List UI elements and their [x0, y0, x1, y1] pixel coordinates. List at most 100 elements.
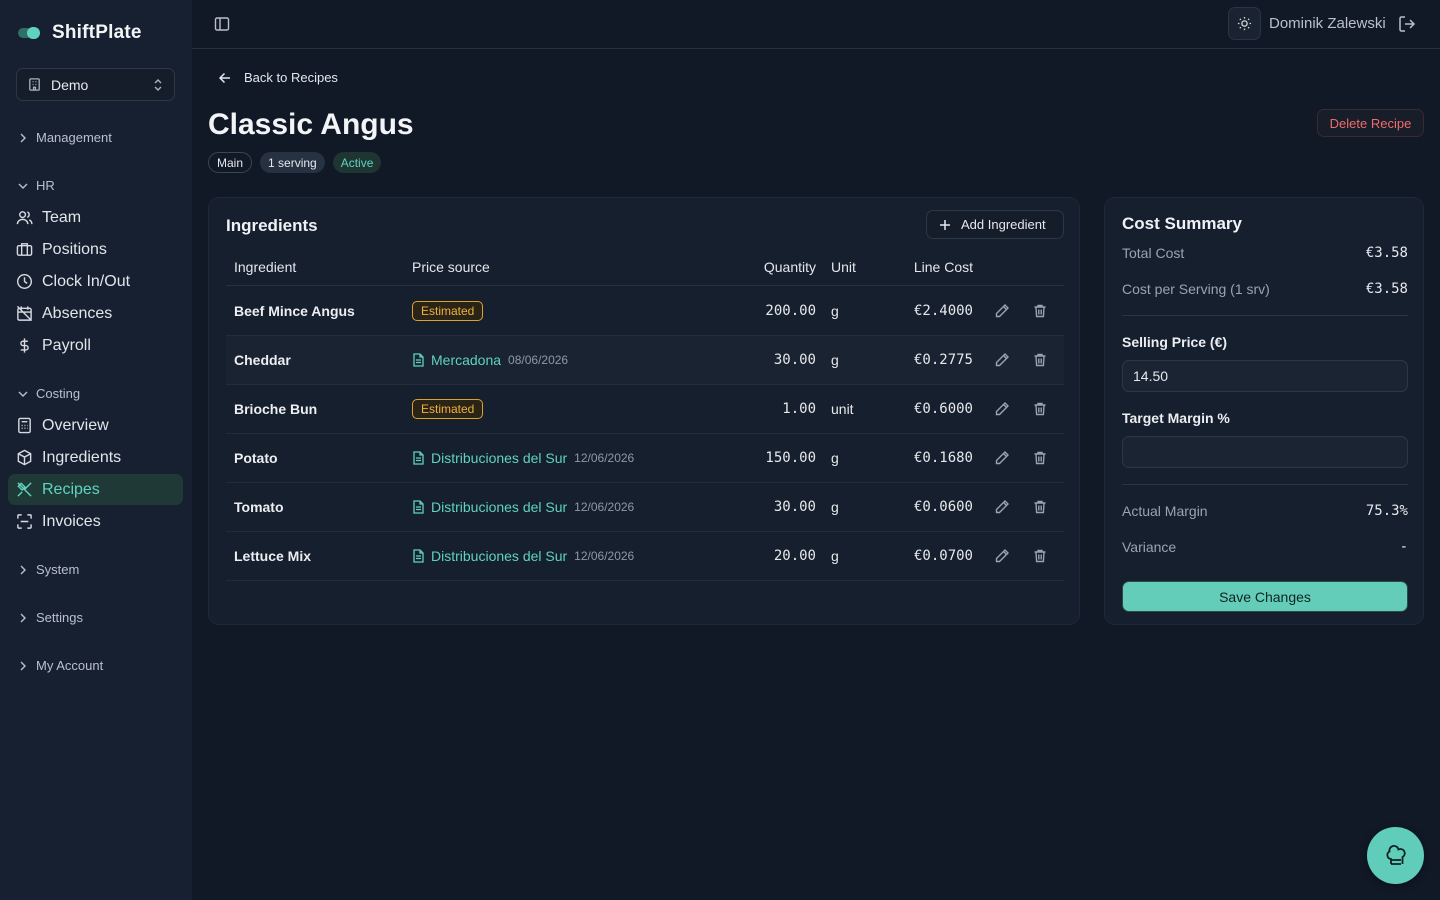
- ingredient-name: Beef Mince Angus: [234, 303, 355, 319]
- utensils-crossed-icon: [17, 482, 32, 497]
- scan-icon: [17, 514, 32, 529]
- nav-section-costing[interactable]: Costing: [18, 386, 80, 401]
- theme-toggle-button[interactable]: [1228, 7, 1261, 40]
- nav-section-settings[interactable]: Settings: [18, 610, 83, 625]
- document-icon: [412, 451, 425, 465]
- sidebar-item-team[interactable]: Team: [8, 202, 183, 233]
- edit-icon[interactable]: [994, 287, 1010, 335]
- nav-section-management[interactable]: Management: [18, 130, 112, 145]
- estimated-badge: Estimated: [412, 399, 484, 419]
- brand[interactable]: ShiftPlate: [18, 22, 142, 44]
- edit-icon[interactable]: [994, 336, 1010, 384]
- target-margin-input[interactable]: [1122, 436, 1408, 468]
- estimated-badge: Estimated: [412, 301, 484, 321]
- chevron-right-icon: [20, 613, 26, 622]
- sidebar-item-overview[interactable]: Overview: [8, 410, 183, 441]
- chevron-up-down-icon: [154, 78, 162, 91]
- edit-icon[interactable]: [994, 434, 1010, 482]
- price-source: Distribuciones del Sur 12/06/2026: [412, 483, 634, 531]
- total-cost-value: €3.58: [1365, 245, 1408, 261]
- document-icon: [412, 500, 425, 514]
- add-ingredient-button[interactable]: Add Ingredient: [926, 210, 1064, 239]
- table-row: Lettuce Mix Distribuciones del Sur 12/06…: [226, 532, 1064, 581]
- line-cost-value: €0.0700: [913, 548, 973, 564]
- trash-icon[interactable]: [1032, 434, 1048, 482]
- trash-icon[interactable]: [1032, 287, 1048, 335]
- trash-icon[interactable]: [1032, 336, 1048, 384]
- price-source-date: 12/06/2026: [574, 451, 635, 465]
- ingredient-name: Potato: [234, 450, 278, 466]
- sidebar-item-positions[interactable]: Positions: [8, 234, 183, 265]
- ingredients-card: Ingredients Add Ingredient Ingredient Pr…: [208, 197, 1080, 625]
- selling-price-input[interactable]: [1122, 360, 1408, 392]
- arrow-left-icon: [218, 72, 230, 83]
- sidebar-item-absences[interactable]: Absences: [8, 298, 183, 329]
- total-cost-label: Total Cost: [1122, 245, 1185, 261]
- actual-margin-label: Actual Margin: [1122, 503, 1208, 519]
- logout-button[interactable]: [1398, 15, 1416, 36]
- chef-assistant-button[interactable]: [1367, 827, 1424, 884]
- panel-left-icon: [214, 17, 230, 31]
- delete-recipe-button[interactable]: Delete Recipe: [1317, 109, 1424, 137]
- price-source: Mercadona 08/06/2026: [412, 336, 568, 384]
- back-to-recipes-link[interactable]: Back to Recipes: [218, 70, 338, 85]
- target-margin-label: Target Margin %: [1122, 410, 1230, 426]
- total-cost-row: Total Cost €3.58: [1122, 245, 1408, 261]
- divider: [1122, 484, 1408, 485]
- nav-section-system[interactable]: System: [18, 562, 79, 577]
- sidebar-item-ingredients[interactable]: Ingredients: [8, 442, 183, 473]
- price-source-date: 12/06/2026: [574, 549, 635, 563]
- sidebar-toggle-button[interactable]: [214, 16, 230, 35]
- status-badge: Active: [332, 152, 382, 173]
- nav-section-my-account[interactable]: My Account: [18, 658, 103, 673]
- column-header-ingredient: Ingredient: [234, 259, 297, 275]
- document-icon: [412, 549, 425, 563]
- sidebar-item-recipes[interactable]: Recipes: [8, 474, 183, 505]
- cost-summary-card: Cost Summary Total Cost €3.58 Cost per S…: [1104, 197, 1424, 625]
- unit-value: g: [831, 450, 839, 466]
- table-row: Cheddar Mercadona 08/06/2026 30.00 g €0.…: [226, 336, 1064, 385]
- edit-icon[interactable]: [994, 532, 1010, 580]
- calculator-icon: [18, 417, 31, 434]
- price-source-link[interactable]: Distribuciones del Sur: [431, 548, 567, 564]
- trash-icon[interactable]: [1032, 385, 1048, 433]
- table-row: Beef Mince Angus Estimated 200.00 g €2.4…: [226, 287, 1064, 336]
- recipe-badges: Main 1 serving Active: [208, 152, 382, 173]
- trash-icon[interactable]: [1032, 532, 1048, 580]
- ingredient-name: Tomato: [234, 499, 284, 515]
- ingredients-title: Ingredients: [226, 216, 318, 235]
- actual-margin-value: 75.3%: [1365, 503, 1408, 519]
- dollar-icon: [20, 338, 29, 353]
- price-source-link[interactable]: Distribuciones del Sur: [431, 499, 567, 515]
- price-source-date: 08/06/2026: [508, 353, 569, 367]
- edit-icon[interactable]: [994, 385, 1010, 433]
- price-source-link[interactable]: Distribuciones del Sur: [431, 450, 567, 466]
- edit-icon[interactable]: [994, 483, 1010, 531]
- save-changes-button[interactable]: Save Changes: [1122, 581, 1408, 612]
- chevron-down-icon: [18, 391, 28, 397]
- plus-icon: [940, 219, 950, 230]
- organization-select[interactable]: Demo: [16, 68, 175, 101]
- unit-value: unit: [831, 401, 854, 417]
- sidebar-item-invoices[interactable]: Invoices: [8, 506, 183, 537]
- logo-icon: [18, 26, 42, 40]
- column-header-quantity: Quantity: [763, 259, 816, 275]
- calendar-off-icon: [16, 305, 33, 322]
- sidebar-item-payroll[interactable]: Payroll: [8, 330, 183, 361]
- table-row: Potato Distribuciones del Sur 12/06/2026…: [226, 434, 1064, 483]
- nav-section-hr[interactable]: HR: [18, 178, 55, 193]
- price-source: Estimated: [412, 287, 484, 335]
- trash-icon[interactable]: [1032, 483, 1048, 531]
- chevron-right-icon: [20, 661, 26, 670]
- users-icon: [16, 211, 33, 225]
- package-icon: [17, 449, 32, 466]
- cost-per-serving-value: €3.58: [1365, 281, 1408, 297]
- price-source: Distribuciones del Sur 12/06/2026: [412, 434, 634, 482]
- sidebar: ShiftPlate Demo Management HR Team Posit…: [0, 0, 192, 900]
- sidebar-item-clock[interactable]: Clock In/Out: [8, 266, 183, 297]
- quantity-value: 30.00: [773, 499, 816, 515]
- top-bar: Dominik Zalewski: [192, 0, 1440, 49]
- price-source-link[interactable]: Mercadona: [431, 352, 501, 368]
- unit-value: g: [831, 352, 839, 368]
- table-row: Brioche Bun Estimated 1.00 unit €0.6000: [226, 385, 1064, 434]
